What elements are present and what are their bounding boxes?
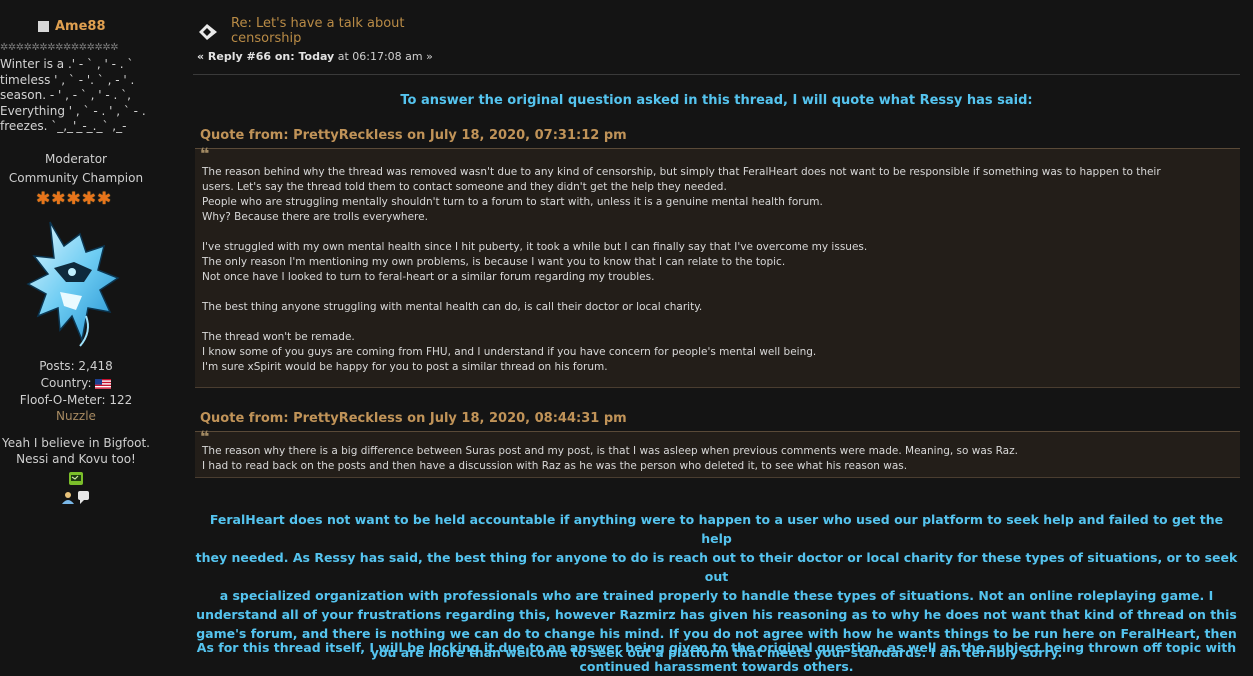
- quote-line: Not once have I looked to turn to feral-…: [202, 271, 655, 283]
- user-title: Moderator: [45, 152, 107, 166]
- quote-line: The best thing anyone struggling with me…: [202, 301, 703, 313]
- closing-paragraph-2: As for this thread itself, I will be loc…: [193, 638, 1240, 676]
- personal-message-icon[interactable]: [69, 472, 83, 485]
- rank-star-icon: ✱: [66, 189, 81, 209]
- nuzzle-link[interactable]: Nuzzle: [0, 409, 152, 423]
- floof-meter: Floof-O-Meter: 122: [19, 393, 133, 407]
- post-icon: [199, 24, 217, 40]
- user-group: Community Champion: [8, 171, 144, 185]
- post-title[interactable]: Re: Let's have a talk about censorship: [231, 16, 451, 46]
- closing-line: a specialized organization with professi…: [219, 588, 1214, 603]
- profile-icon[interactable]: [62, 491, 75, 504]
- quote-mark-icon: ❝: [200, 427, 210, 446]
- post-divider: [193, 74, 1240, 75]
- quote-line: The only reason I'm mentioning my own pr…: [202, 256, 786, 268]
- reply-label[interactable]: « Reply #66 on: Today: [197, 50, 334, 63]
- rank-star-icon: ✱: [51, 189, 66, 209]
- quote-line: The reason why there is a big difference…: [202, 445, 1018, 457]
- quote-box: ❝ The reason behind why the thread was r…: [195, 144, 1240, 388]
- closing-line: continued harassment towards others.: [579, 659, 854, 674]
- us-flag-icon: [95, 378, 112, 389]
- quote-line: People who are struggling mentally shoul…: [202, 196, 823, 208]
- quote-line: The reason behind why the thread was rem…: [202, 166, 1161, 178]
- poster-sidebar: Ame88 ✲✲✲✲✲✲✲✲✲✲✲✲✲✲✲ Winter is a .' - `…: [0, 0, 152, 675]
- offline-status-icon: [38, 21, 49, 32]
- quote-line: I had to read back on the posts and then…: [202, 460, 908, 472]
- quote-line: I've struggled with my own mental health…: [202, 241, 868, 253]
- quote-box: ❝ The reason why there is a big differen…: [195, 427, 1240, 478]
- closing-line: understand all of your frustrations rega…: [196, 607, 1237, 622]
- rank-star-icon: ✱: [97, 189, 112, 209]
- quote-line: users. Let's say the thread told them to…: [202, 181, 727, 193]
- rank-star-icon: ✱: [36, 189, 51, 209]
- post-time: at 06:17:08 am »: [337, 50, 433, 63]
- personal-text-1: Yeah I believe in Bigfoot.: [2, 436, 150, 450]
- personal-text-2: Nessi and Kovu too!: [16, 452, 136, 466]
- quote-line: Why? Because there are trolls everywhere…: [202, 211, 428, 223]
- quote-line: The thread won't be remade.: [202, 331, 355, 343]
- username[interactable]: Ame88: [55, 19, 106, 34]
- closing-line: FeralHeart does not want to be held acco…: [209, 512, 1224, 546]
- decorative-stars: ✲✲✲✲✲✲✲✲✲✲✲✲✲✲✲: [0, 42, 119, 53]
- wolf-avatar[interactable]: [20, 212, 130, 352]
- quote-line: I know some of you guys are coming from …: [202, 346, 817, 358]
- username-row[interactable]: Ame88: [38, 19, 106, 34]
- post-count: Posts: 2,418: [39, 359, 113, 373]
- quote-header[interactable]: Quote from: PrettyReckless on July 18, 2…: [200, 411, 627, 426]
- quote-header[interactable]: Quote from: PrettyReckless on July 18, 2…: [200, 128, 627, 143]
- post-meta: « Reply #66 on: Today at 06:17:08 am »: [197, 50, 433, 63]
- rank-star-icon: ✱: [81, 189, 96, 209]
- message-icon[interactable]: [78, 491, 90, 504]
- country-label: Country:: [40, 376, 92, 390]
- user-action-icons: [0, 472, 152, 504]
- quote-mark-icon: ❝: [200, 144, 210, 163]
- signature-poem: Winter is a .' - ` , ' - . ` timeless ' …: [0, 57, 146, 133]
- closing-line: As for this thread itself, I will be loc…: [196, 640, 1237, 655]
- quote-line: I'm sure xSpirit would be happy for you …: [202, 361, 608, 373]
- post-intro: To answer the original question asked in…: [400, 93, 1033, 108]
- rank-stars: ✱ ✱ ✱ ✱ ✱: [36, 191, 111, 208]
- country-row: Country:: [0, 376, 152, 390]
- closing-line: they needed. As Ressy has said, the best…: [195, 550, 1238, 584]
